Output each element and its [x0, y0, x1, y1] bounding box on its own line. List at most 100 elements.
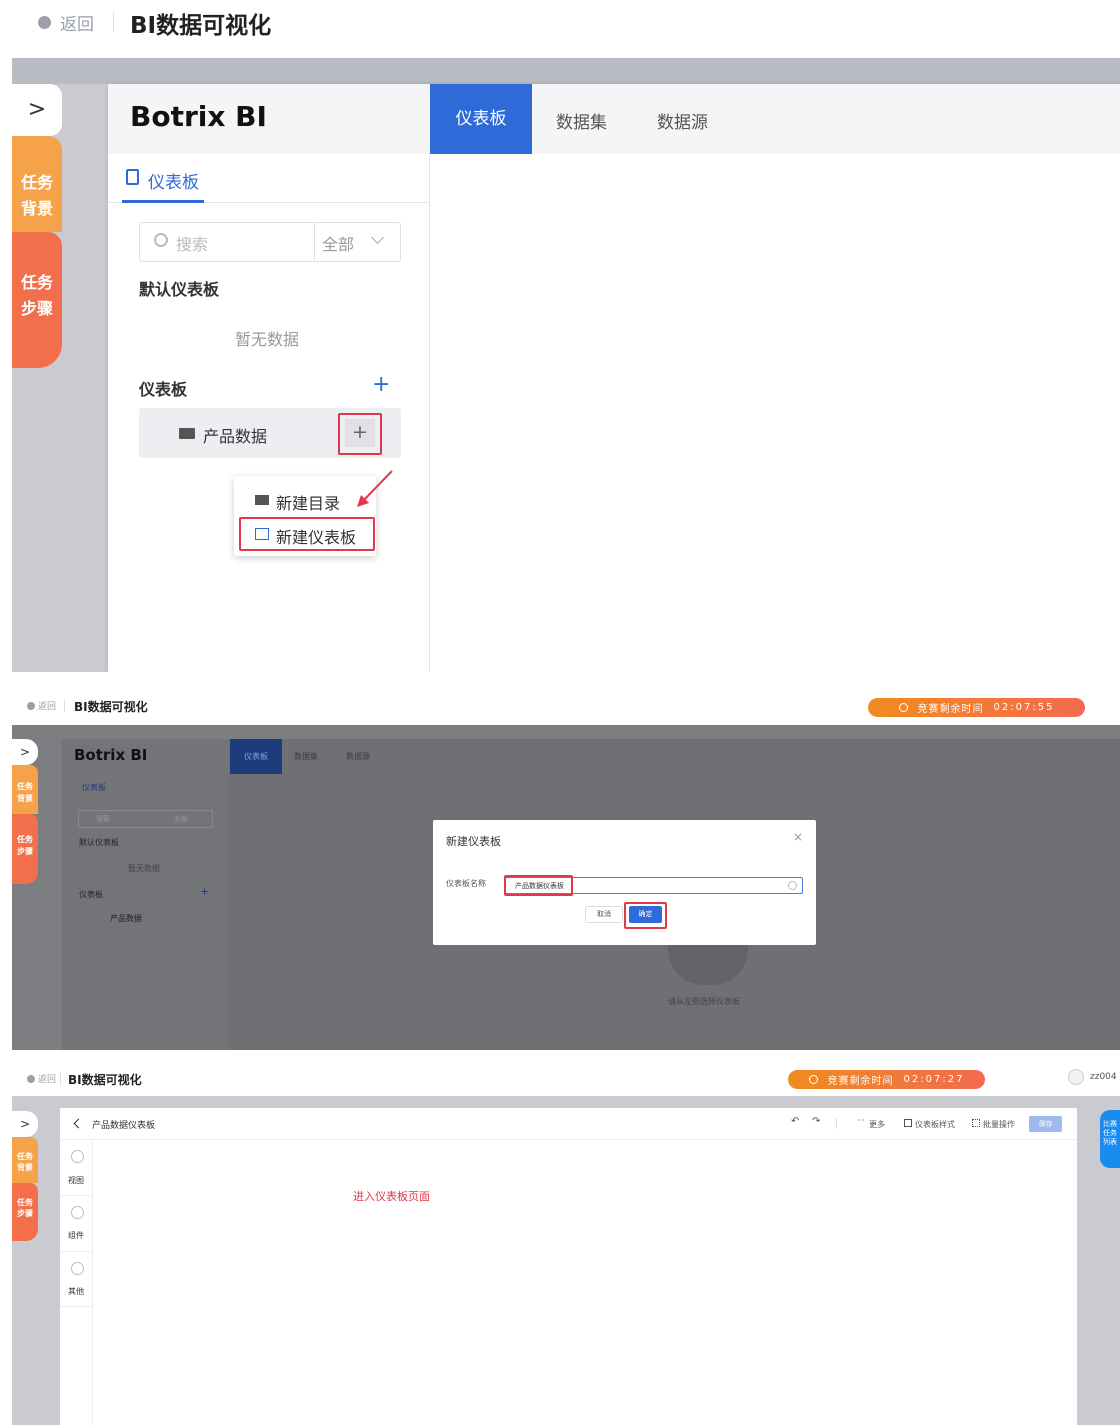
task-background-label: 任务背景 [17, 1152, 33, 1172]
tab-dashboard[interactable]: 仪表板 [230, 739, 282, 774]
annotation-text: 进入仪表板页面 [353, 1190, 430, 1203]
folder-icon [255, 495, 269, 505]
username[interactable]: zz004 [1090, 1072, 1117, 1082]
other-icon[interactable] [71, 1262, 84, 1275]
tab-dataset[interactable]: 数据集 [556, 108, 607, 133]
rail-divider [60, 1251, 93, 1252]
avatar[interactable] [1068, 1069, 1084, 1085]
tab-datasource[interactable]: 数据源 [657, 108, 708, 133]
task-steps-label: 任务步骤 [17, 1198, 33, 1218]
panel-3: 返回 BI数据可视化 竞赛剩余时间 02:07:27 zz004 > 任务背景 … [0, 1058, 1120, 1425]
add-icon[interactable]: + [200, 885, 209, 898]
tab-dashboard-label: 仪表板 [244, 752, 268, 761]
task-background-tab[interactable]: 任务背景 [12, 136, 62, 232]
task-steps-tab[interactable]: 任务步骤 [12, 232, 62, 368]
redo-icon[interactable]: ↷ [812, 1116, 820, 1127]
document-icon [126, 169, 139, 185]
task-steps-label: 任务步骤 [17, 835, 33, 856]
app-title: BI数据可视化 [74, 700, 148, 714]
back-link[interactable]: 返回 [38, 699, 56, 712]
tab-datasource[interactable]: 数据源 [346, 751, 370, 762]
app-title: BI数据可视化 [68, 1073, 142, 1087]
pointer-arrow [357, 470, 393, 507]
filter-select[interactable]: 全部 [322, 231, 354, 255]
back-link[interactable]: 返回 [60, 10, 94, 35]
highlight-add [338, 413, 382, 455]
app-title: BI数据可视化 [130, 13, 272, 39]
style-button[interactable]: 仪表板样式 [915, 1119, 955, 1130]
folder-name: 产品数据 [110, 914, 142, 923]
task-steps-tab[interactable]: 任务步骤 [12, 1183, 38, 1241]
default-dashboards-heading: 默认仪表板 [79, 838, 119, 847]
rail-components[interactable]: 组件 [68, 1230, 84, 1241]
search-icon [154, 233, 168, 247]
empty-state-hint: 请从左侧选择仪表板 [668, 997, 740, 1006]
dialog-title: 新建仪表板 [446, 835, 501, 848]
subtab-dashboard[interactable]: 仪表板 [148, 168, 199, 193]
dashboards-heading: 仪表板 [139, 380, 188, 399]
empty-text: 暂无数据 [235, 330, 300, 349]
divider [64, 700, 65, 712]
more-icon[interactable]: ··· [857, 1116, 865, 1125]
highlight-new-dashboard [239, 517, 375, 551]
save-label: 保存 [1038, 1120, 1053, 1128]
tab-dashboard[interactable]: 仪表板 [430, 84, 532, 154]
highlight-confirm [624, 902, 667, 929]
timer-label: 竞赛剩余时间 [917, 704, 984, 715]
brand-logo: Botrix BI [74, 746, 148, 764]
left-pane-divider [429, 154, 430, 672]
clear-icon[interactable] [788, 881, 797, 890]
task-background-label: 任务背景 [20, 173, 53, 218]
subtab-active-line [122, 200, 204, 203]
search-placeholder: 搜索 [176, 235, 209, 254]
cancel-button[interactable]: 取消 [585, 906, 623, 923]
app-window [108, 84, 1120, 672]
expand-button[interactable]: > [12, 739, 38, 765]
task-steps-tab[interactable]: 任务步骤 [12, 814, 38, 884]
undo-icon[interactable]: ↶ [791, 1116, 799, 1127]
more-button[interactable]: 更多 [869, 1119, 885, 1130]
default-dashboards-heading: 默认仪表板 [139, 280, 220, 299]
clock-icon [898, 703, 908, 712]
highlight-input [504, 875, 573, 896]
timer-value: 02:07:27 [903, 1074, 965, 1085]
task-background-tab[interactable]: 任务背景 [12, 765, 38, 814]
brand-logo: Botrix BI [130, 100, 267, 133]
task-list-tab[interactable]: 比赛任务列表 [1100, 1110, 1120, 1168]
tab-dataset[interactable]: 数据集 [294, 751, 318, 762]
rail-other[interactable]: 其他 [68, 1286, 84, 1297]
dashboard-title: 产品数据仪表板 [92, 1121, 156, 1131]
task-background-tab[interactable]: 任务背景 [12, 1137, 38, 1183]
search-placeholder: 搜索 [96, 815, 110, 823]
timer-label: 竞赛剩余时间 [827, 1076, 894, 1087]
component-icon[interactable] [71, 1206, 84, 1219]
filter-select[interactable]: 全部 [174, 814, 188, 824]
clock-icon [808, 1075, 818, 1084]
panel-2: 返回 BI数据可视化 竞赛剩余时间 02:07:55 > 任务背景 任务步骤 B… [0, 688, 1120, 1050]
subtab-dashboard[interactable]: 仪表板 [82, 782, 106, 793]
panel-1: 返回 BI数据可视化 > 任务背景 任务步骤 Botrix BI 仪表板 数据集… [0, 0, 1120, 672]
countdown-timer: 竞赛剩余时间 02:07:55 [868, 698, 1085, 717]
back-icon[interactable] [38, 16, 51, 29]
back-link[interactable]: 返回 [38, 1072, 56, 1085]
save-button[interactable]: 保存 [1029, 1116, 1062, 1132]
empty-text: 暂无数据 [128, 864, 160, 873]
menu-new-folder[interactable]: 新建目录 [276, 490, 340, 514]
divider [60, 1073, 61, 1085]
expand-button[interactable]: > [12, 84, 62, 136]
back-icon[interactable] [27, 702, 35, 710]
back-icon[interactable] [27, 1075, 35, 1083]
close-icon[interactable]: × [793, 830, 803, 844]
field-label: 仪表板名称 [446, 879, 486, 888]
countdown-timer: 竞赛剩余时间 02:07:27 [788, 1070, 985, 1089]
expand-button[interactable]: > [12, 1111, 38, 1137]
folder-icon [179, 428, 195, 439]
rail-view[interactable]: 视图 [68, 1175, 84, 1186]
add-icon[interactable]: + [372, 372, 390, 397]
view-icon[interactable] [71, 1150, 84, 1163]
toolbar-divider [836, 1118, 837, 1129]
batch-button[interactable]: 批量操作 [983, 1119, 1015, 1130]
grid-icon [972, 1119, 980, 1127]
rail-divider [60, 1306, 93, 1307]
search-divider [314, 223, 315, 261]
